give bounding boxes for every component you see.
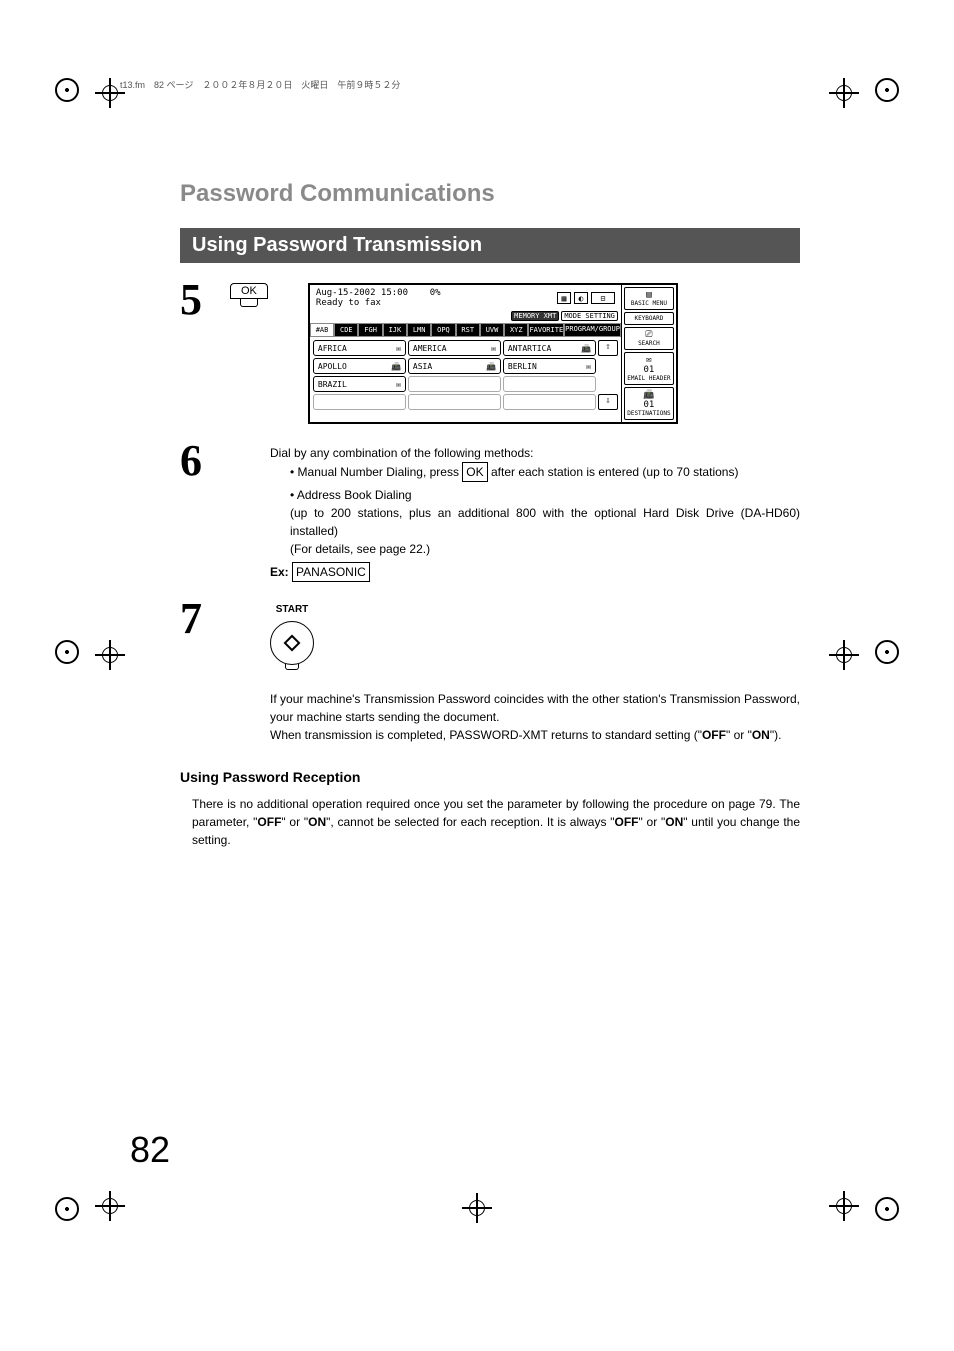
addr-entry[interactable]: ASIA📠 — [408, 358, 501, 374]
paragraph: When transmission is completed, PASSWORD… — [270, 726, 800, 744]
addr-entry[interactable]: AFRICA✉ — [313, 340, 406, 356]
mail-icon: ✉ — [586, 362, 591, 371]
addr-entry[interactable] — [408, 394, 501, 410]
email-header-button[interactable]: ✉01EMAIL HEADER — [624, 352, 674, 385]
crop-mark-icon — [875, 1197, 899, 1221]
tab[interactable]: #AB — [310, 323, 334, 337]
mode-setting-button[interactable]: MODE SETTING — [561, 311, 618, 321]
menu-icon: ▤ — [626, 290, 672, 300]
addr-entry[interactable]: AMERICA✉ — [408, 340, 501, 356]
crop-mark-icon — [55, 78, 79, 102]
crop-cross-icon — [829, 640, 859, 670]
step-intro: Dial by any combination of the following… — [270, 444, 800, 462]
tab[interactable]: UVW — [480, 323, 504, 337]
fax-icon: 📠 — [391, 362, 401, 371]
tab-program[interactable]: PROGRAM/GROUP — [564, 323, 621, 337]
addr-entry[interactable]: ANTARTICA📠 — [503, 340, 596, 356]
scroll-up-button[interactable]: ⇧ — [598, 340, 618, 356]
mail-icon: ✉ — [396, 380, 401, 389]
ok-button-graphic: OK — [230, 283, 268, 307]
addr-entry[interactable]: BERLIN✉ — [503, 358, 596, 374]
lcd-screen: Aug-15-2002 15:00 0% Ready to fax ▦ ◐ ⊟ … — [308, 283, 678, 424]
basic-menu-button[interactable]: ▤BASIC MENU — [624, 287, 674, 310]
contrast-icon: ◐ — [574, 292, 588, 304]
fax-icon: 📠 — [626, 390, 672, 400]
addr-entry[interactable]: BRAZIL✉ — [313, 376, 406, 392]
step-number: 6 — [180, 439, 230, 483]
crop-cross-icon — [95, 640, 125, 670]
diamond-icon — [284, 635, 301, 652]
crop-cross-icon — [829, 78, 859, 108]
crop-cross-icon — [462, 1193, 492, 1223]
tab[interactable]: FGH — [358, 323, 382, 337]
fax-icon: 📠 — [486, 362, 496, 371]
screen-date: Aug-15-2002 15:00 — [316, 288, 408, 298]
memory-xmt-button[interactable]: MEMORY XMT — [511, 311, 559, 321]
grid-icon: ▦ — [557, 292, 571, 304]
mail-icon: ✉ — [626, 355, 672, 365]
search-button[interactable]: ⎚SEARCH — [624, 327, 674, 350]
bullet: • Manual Number Dialing, press OK after … — [290, 462, 800, 482]
tab[interactable]: LMN — [407, 323, 431, 337]
tab-favorite[interactable]: FAVORITE — [528, 323, 564, 337]
crop-cross-icon — [829, 1191, 859, 1221]
mail-icon: ✉ — [396, 344, 401, 353]
screen-pct: 0% — [430, 288, 441, 298]
section-title: Password Communications — [180, 180, 800, 208]
addr-entry[interactable]: APOLLO📠 — [313, 358, 406, 374]
example-line: Ex: PANASONIC — [270, 562, 800, 582]
step-7: 7 START If your machine's Transmission P… — [180, 597, 800, 744]
reception-paragraph: There is no additional operation require… — [180, 795, 800, 849]
step-number: 7 — [180, 597, 230, 641]
subsection-title: Using Password Transmission — [180, 228, 800, 263]
mail-icon: ✉ — [491, 344, 496, 353]
bullet: • Address Book Dialing(up to 200 station… — [290, 486, 800, 558]
alpha-tabs: #AB CDE FGH IJK LMN OPQ RST UVW XYZ FAVO… — [310, 323, 621, 337]
paragraph: If your machine's Transmission Password … — [270, 690, 800, 726]
tab[interactable]: RST — [456, 323, 480, 337]
addr-entry[interactable] — [503, 394, 596, 410]
tab[interactable]: XYZ — [504, 323, 528, 337]
crop-cross-icon — [95, 1191, 125, 1221]
screen-status: Ready to fax — [316, 298, 441, 308]
tab[interactable]: CDE — [334, 323, 358, 337]
addr-entry[interactable] — [313, 394, 406, 410]
crop-mark-icon — [875, 78, 899, 102]
header-filename: t13.fm 82 ページ ２００２年８月２０日 火曜日 午前９時５２分 — [120, 78, 400, 91]
step-5: 5 OK Aug-15-2002 15:00 0% Ready to fax — [180, 278, 800, 424]
tab[interactable]: OPQ — [431, 323, 455, 337]
scroll-down-button[interactable]: ⇩ — [598, 394, 618, 410]
search-icon: ⎚ — [626, 330, 672, 340]
page-number: 82 — [130, 1129, 170, 1171]
tab[interactable]: IJK — [383, 323, 407, 337]
keyboard-button[interactable]: KEYBOARD — [624, 312, 674, 325]
step-6: 6 Dial by any combination of the followi… — [180, 439, 800, 582]
step-number: 5 — [180, 278, 230, 322]
crop-mark-icon — [55, 640, 79, 664]
crop-mark-icon — [875, 640, 899, 664]
addr-entry[interactable] — [503, 376, 596, 392]
reception-heading: Using Password Reception — [180, 769, 800, 785]
destinations-button[interactable]: 📠01DESTINATIONS — [624, 387, 674, 420]
slider-icon: ⊟ — [591, 292, 615, 304]
fax-icon: 📠 — [581, 344, 591, 353]
crop-mark-icon — [55, 1197, 79, 1221]
start-button-graphic: START — [270, 602, 314, 670]
addr-entry[interactable] — [408, 376, 501, 392]
